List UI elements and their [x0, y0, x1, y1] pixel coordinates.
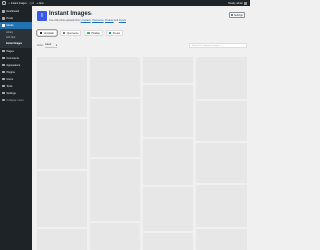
image-result[interactable]	[37, 171, 87, 227]
image-grid	[37, 57, 247, 250]
provider-link-openverse[interactable]: Openverse	[92, 19, 104, 22]
tab-openverse[interactable]: Openverse	[59, 30, 82, 36]
plug-icon	[2, 70, 5, 74]
sidebar-item-users[interactable]: Users	[0, 76, 32, 83]
image-result[interactable]	[143, 233, 193, 250]
unsplash-icon	[40, 31, 43, 35]
wrench-icon	[2, 84, 5, 88]
instant-images-logo-icon: I	[37, 11, 47, 21]
sidebar-item-label: Appearance	[6, 63, 21, 67]
tab-label: Unsplash	[43, 31, 54, 35]
order-select[interactable]: Latest ▾	[45, 44, 57, 48]
sidebar-item-label: Plugins	[6, 70, 15, 74]
image-result[interactable]	[196, 185, 247, 227]
sidebar-item-label: Users	[6, 77, 14, 81]
sidebar-item-posts[interactable]: Posts	[0, 15, 32, 22]
settings-button[interactable]: Settings	[229, 12, 245, 18]
image-result[interactable]	[37, 119, 87, 169]
provider-tabs: Unsplash Openverse Pixabay Pexels	[37, 30, 247, 37]
wordpress-logo-icon[interactable]	[2, 1, 6, 5]
image-result[interactable]	[196, 229, 247, 250]
sidebar-item-dashboard[interactable]: Dashboard	[0, 8, 32, 15]
main-content: I Instant Images 6.0 One click photo upl…	[32, 6, 250, 250]
order-select-value: Latest	[45, 44, 52, 46]
sidebar-item-label: Settings	[6, 91, 16, 95]
sidebar-item-label: Tools	[6, 84, 13, 88]
sidebar-item-label: Posts	[6, 17, 13, 20]
image-result[interactable]	[37, 229, 87, 250]
sidebar-item-label: Comments	[6, 56, 19, 60]
tab-unsplash[interactable]: Unsplash	[37, 30, 57, 36]
search-input[interactable]: Search for Unsplash Images...	[189, 43, 247, 48]
greeting: Howdy, admin	[228, 1, 243, 5]
sidebar-item-settings[interactable]: Settings	[0, 90, 32, 97]
provider-link-unsplash[interactable]: Unsplash	[81, 19, 91, 22]
sidebar-item-plugins[interactable]: Plugins	[0, 69, 32, 76]
collapse-icon	[2, 98, 5, 102]
plugin-description: One click photo uploads from Unsplash, O…	[49, 19, 127, 22]
sidebar-item-appearance[interactable]: Appearance	[0, 62, 32, 69]
sidebar-item-pages[interactable]: Pages	[0, 48, 32, 55]
tab-label: Pixabay	[91, 31, 100, 35]
settings-icon	[2, 91, 5, 95]
image-result[interactable]	[90, 159, 140, 221]
image-result[interactable]	[143, 139, 193, 185]
sidebar-item-comments[interactable]: Comments	[0, 55, 32, 62]
submenu-item-instant-images[interactable]: Instant Images	[0, 41, 32, 47]
pixabay-icon	[87, 31, 90, 35]
sidebar-item-media[interactable]: Media	[0, 22, 32, 29]
page-title: Instant Images	[49, 11, 92, 17]
comments-link[interactable]: ▢ 0	[30, 2, 34, 5]
pin-icon	[2, 17, 5, 20]
home-icon: ⌂	[8, 1, 10, 5]
sidebar-item-label: Dashboard	[6, 10, 20, 13]
avatar	[244, 1, 247, 5]
site-name-link[interactable]: ⌂ Instant Images	[9, 2, 27, 5]
image-result[interactable]	[143, 57, 193, 83]
openverse-icon	[62, 31, 66, 35]
image-result[interactable]	[196, 143, 247, 183]
image-result[interactable]	[90, 223, 140, 250]
collapse-menu-button[interactable]: Collapse menu	[0, 97, 32, 104]
my-account[interactable]: Howdy, admin	[228, 1, 247, 5]
comment-icon	[2, 56, 5, 60]
tab-label: Pexels	[112, 31, 120, 35]
sidebar-item-label: Media	[6, 24, 14, 27]
image-result[interactable]	[196, 57, 247, 99]
search-placeholder: Search for Unsplash Images...	[192, 44, 222, 47]
image-result[interactable]	[143, 85, 193, 137]
image-result[interactable]	[90, 99, 140, 157]
image-result[interactable]	[90, 57, 140, 97]
provider-link-pexels[interactable]: Pexels	[119, 19, 126, 22]
dashboard-icon	[2, 10, 5, 13]
admin-sidebar: Dashboard Posts Media Library Add New In…	[0, 6, 32, 250]
order-label: Order:	[37, 44, 44, 47]
page-icon	[2, 49, 5, 53]
pexels-icon	[108, 31, 112, 35]
user-icon	[2, 77, 5, 81]
comments-count: 0	[32, 1, 34, 5]
version-label: 6.0	[89, 13, 93, 16]
sidebar-item-label: Collapse menu	[6, 98, 24, 102]
sidebar-item-label: Pages	[6, 49, 14, 53]
image-result[interactable]	[37, 57, 87, 117]
tab-pexels[interactable]: Pexels	[105, 30, 123, 36]
tab-label: Openverse	[66, 31, 79, 35]
image-result[interactable]	[143, 187, 193, 231]
provider-link-pixabay[interactable]: Pixabay	[105, 19, 114, 22]
settings-button-label: Settings	[234, 13, 243, 17]
media-icon	[2, 24, 5, 27]
tab-pixabay[interactable]: Pixabay	[84, 30, 103, 36]
site-name: Instant Images	[10, 1, 27, 5]
results-toolbar: Order: Latest ▾ Search for Unsplash Imag…	[37, 43, 247, 49]
new-content-link[interactable]: + New	[37, 2, 44, 5]
brush-icon	[2, 63, 5, 67]
chevron-down-icon: ▾	[55, 44, 57, 47]
media-submenu: Library Add New Instant Images	[0, 29, 32, 48]
gear-icon	[231, 14, 234, 16]
plugin-header: I Instant Images 6.0 One click photo upl…	[37, 9, 247, 25]
sidebar-item-tools[interactable]: Tools	[0, 83, 32, 90]
image-result[interactable]	[196, 101, 247, 141]
description-text: One click photo uploads from	[49, 19, 80, 22]
